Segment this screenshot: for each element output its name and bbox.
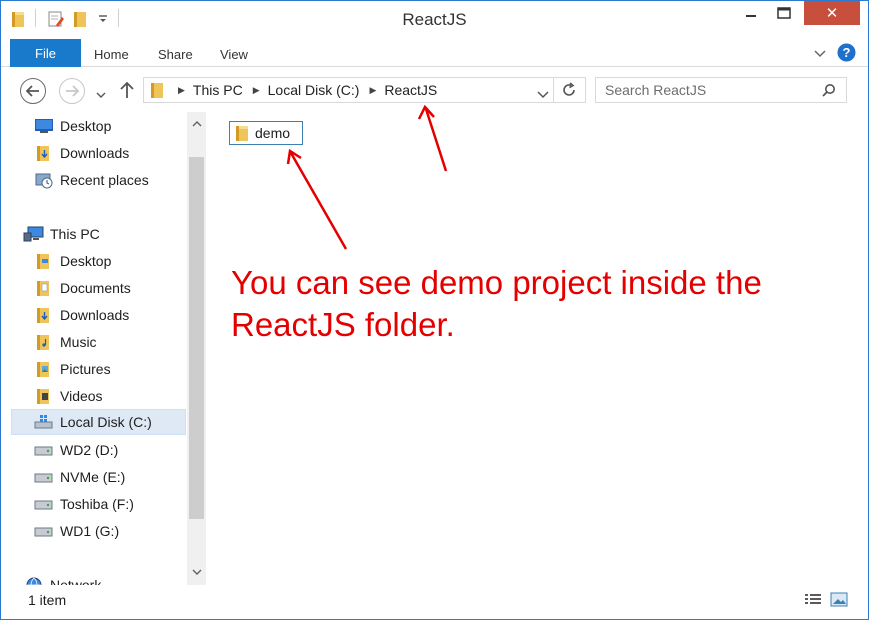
navigation-scrollbar[interactable]: [187, 112, 206, 585]
breadcrumb-reactjs[interactable]: ReactJS: [384, 82, 437, 98]
large-icons-view-button[interactable]: [829, 591, 849, 609]
drive-icon: [33, 443, 55, 457]
annotation-text: You can see demo project inside the Reac…: [231, 264, 762, 343]
expand-ribbon-icon[interactable]: [813, 47, 827, 63]
network-icon: [23, 576, 45, 585]
address-bar[interactable]: ▶ This PC ▶ Local Disk (C:) ▶ ReactJS: [143, 77, 586, 103]
folder-icon: [150, 81, 166, 99]
folder-icon: [235, 124, 251, 142]
details-view-button[interactable]: [803, 591, 823, 609]
nav-item-downloads-favorite[interactable]: Downloads: [33, 140, 206, 166]
item-count: 1 item: [28, 592, 67, 608]
tab-file[interactable]: File: [10, 39, 81, 67]
navigation-pane: Desktop Downloads Recent places This PC …: [1, 112, 206, 585]
scroll-down-button[interactable]: [187, 561, 206, 583]
recent-places-icon: [33, 171, 55, 189]
tab-view[interactable]: View: [220, 47, 248, 62]
folder-name: demo: [255, 125, 291, 141]
forward-button[interactable]: [59, 78, 85, 104]
nav-item-pictures[interactable]: Pictures: [33, 356, 206, 382]
refresh-icon[interactable]: [561, 82, 577, 101]
breadcrumb-local-disk[interactable]: Local Disk (C:): [268, 82, 360, 98]
music-folder-icon: [33, 333, 55, 351]
computer-icon: [23, 226, 45, 242]
desktop-icon: [33, 118, 55, 134]
arrow-right-icon: [66, 85, 79, 97]
arrow-left-icon: [26, 85, 39, 97]
nav-item-this-pc[interactable]: This PC: [23, 221, 198, 247]
folder-item-demo[interactable]: demo: [229, 121, 303, 145]
nav-item-nvme-e[interactable]: NVMe (E:): [33, 464, 206, 490]
chevron-right-icon[interactable]: ▶: [178, 85, 185, 96]
tab-home[interactable]: Home: [94, 47, 129, 62]
status-bar: 1 item: [1, 585, 868, 619]
nav-item-desktop-favorite[interactable]: Desktop: [33, 113, 206, 139]
search-input[interactable]: [605, 82, 815, 98]
chevron-right-icon[interactable]: ▶: [369, 85, 376, 96]
videos-folder-icon: [33, 387, 55, 405]
nav-item-toshiba-f[interactable]: Toshiba (F:): [33, 491, 206, 517]
back-button[interactable]: [20, 78, 46, 104]
documents-folder-icon: [33, 279, 55, 297]
nav-item-videos[interactable]: Videos: [33, 383, 206, 409]
nav-item-recent-places[interactable]: Recent places: [33, 167, 206, 193]
nav-item-local-disk-c[interactable]: Local Disk (C:): [11, 409, 186, 435]
address-history-dropdown[interactable]: [537, 86, 549, 102]
nav-item-downloads[interactable]: Downloads: [33, 302, 206, 328]
search-icon[interactable]: [822, 83, 836, 100]
nav-item-desktop[interactable]: Desktop: [33, 248, 206, 274]
close-button[interactable]: ✕: [804, 1, 860, 25]
scroll-up-button[interactable]: [187, 112, 206, 134]
ribbon-tabs: File Home Share View ?: [1, 39, 868, 67]
navigation-bar: ▶ This PC ▶ Local Disk (C:) ▶ ReactJS: [1, 68, 868, 112]
maximize-button[interactable]: [769, 1, 799, 25]
chevron-right-icon[interactable]: ▶: [253, 85, 260, 96]
downloads-folder-icon: [33, 306, 55, 324]
scrollbar-thumb[interactable]: [189, 157, 204, 519]
address-divider: [553, 78, 554, 102]
file-list: demo You can see demo project inside the…: [207, 112, 868, 585]
downloads-folder-icon: [33, 144, 55, 162]
drive-windows-icon: [33, 414, 55, 430]
title-bar: ReactJS ✕: [1, 1, 868, 39]
nav-item-documents[interactable]: Documents: [33, 275, 206, 301]
search-box[interactable]: [595, 77, 847, 103]
nav-item-music[interactable]: Music: [33, 329, 206, 355]
nav-item-network[interactable]: Network: [23, 572, 198, 585]
desktop-folder-icon: [33, 252, 55, 270]
recent-locations-button[interactable]: [96, 86, 106, 102]
drive-icon: [33, 524, 55, 538]
minimize-button[interactable]: [736, 1, 766, 25]
up-button[interactable]: [120, 81, 134, 102]
arrow-up-icon: [120, 81, 134, 98]
drive-icon: [33, 470, 55, 484]
svg-text:?: ?: [843, 45, 851, 60]
breadcrumb-this-pc[interactable]: This PC: [193, 82, 243, 98]
drive-icon: [33, 497, 55, 511]
details-view-icon: [805, 594, 821, 604]
help-icon[interactable]: ?: [837, 43, 856, 65]
pictures-folder-icon: [33, 360, 55, 378]
tab-share[interactable]: Share: [158, 47, 193, 62]
nav-item-wd1-g[interactable]: WD1 (G:): [33, 518, 206, 544]
explorer-window: ReactJS ✕ File Home Share View ? ▶ This …: [0, 0, 869, 620]
nav-item-wd2-d[interactable]: WD2 (D:): [33, 437, 206, 463]
large-icons-view-icon: [830, 592, 848, 607]
